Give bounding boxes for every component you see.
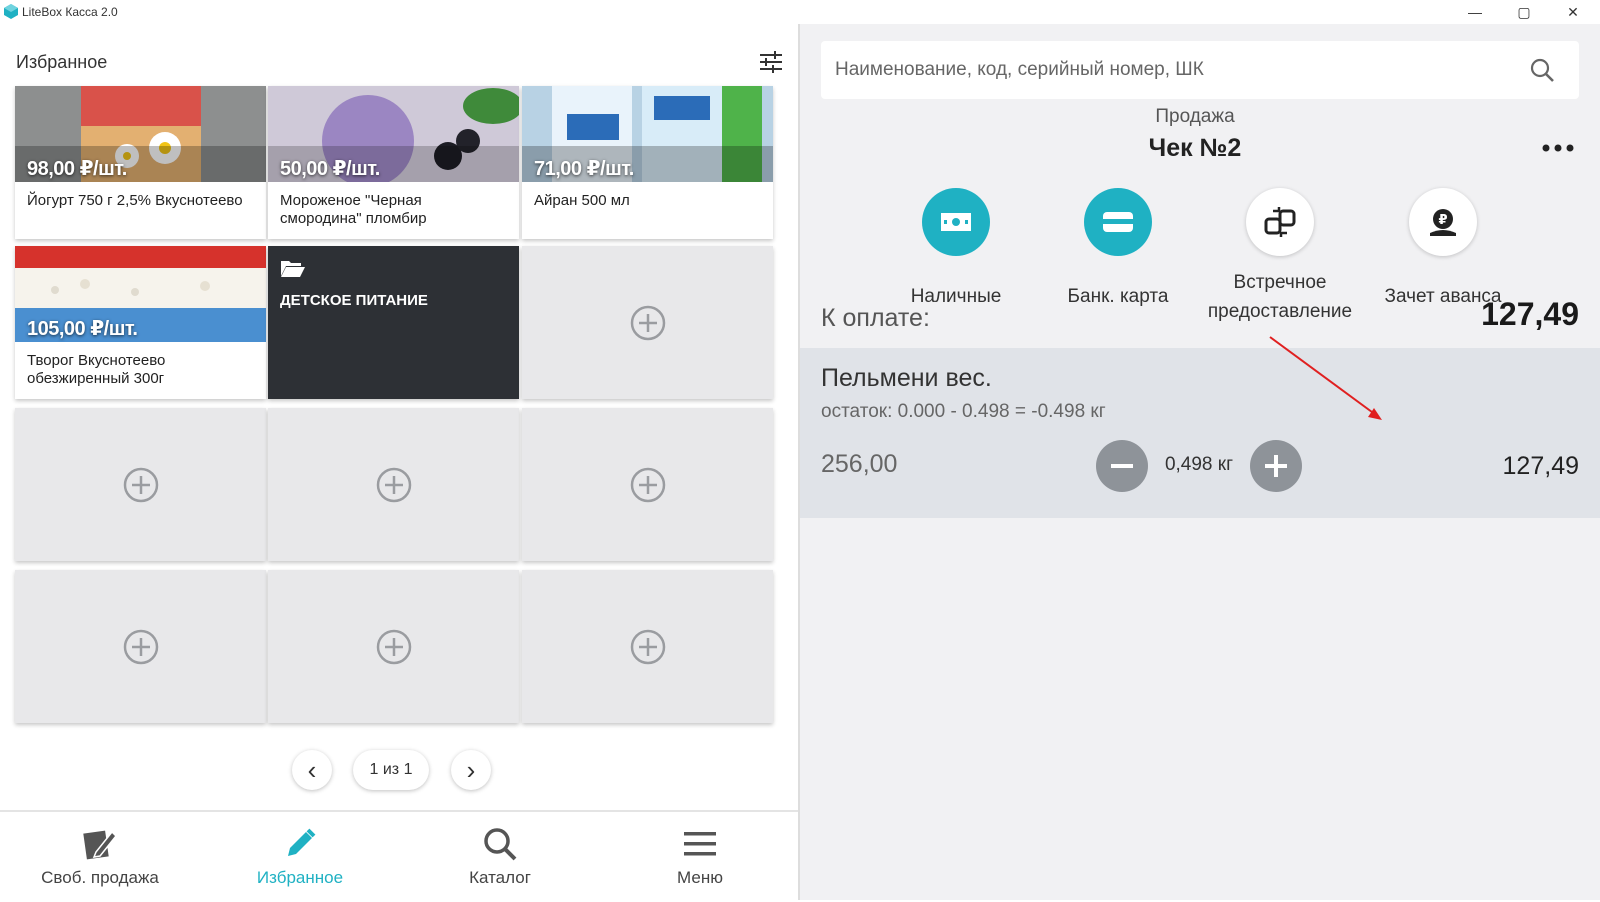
- nav-menu[interactable]: Меню: [600, 812, 800, 902]
- cash-icon: [941, 213, 971, 231]
- search-icon: [484, 828, 517, 861]
- filter-settings-icon[interactable]: [758, 49, 784, 75]
- empty-slot[interactable]: [268, 570, 519, 723]
- pay-circle: [922, 188, 990, 256]
- product-tile[interactable]: 50,00 ₽/шт. Мороженое "Черная смородина"…: [268, 86, 519, 239]
- add-circle-icon: [376, 629, 411, 664]
- receipt-panel: Продажа Чек №2 Наличные Банк. карта: [800, 24, 1600, 900]
- favorites-title: Избранное: [16, 52, 108, 72]
- favorites-panel: Избранное 98,00 ₽/шт. Йогурт 750 г 2,5% …: [0, 24, 800, 900]
- to-pay-label: К оплате:: [821, 304, 930, 332]
- add-circle-icon: [630, 467, 665, 502]
- folder-open-icon: [281, 261, 305, 277]
- pay-cash-button[interactable]: Наличные: [876, 188, 1036, 311]
- exchange-icon: [1264, 207, 1296, 237]
- page-next-button[interactable]: ›: [451, 750, 491, 790]
- nav-label: Избранное: [256, 868, 344, 887]
- add-circle-icon: [376, 467, 411, 502]
- product-name: Мороженое "Черная смородина" пломбир: [268, 182, 519, 239]
- menu-icon: [684, 832, 716, 856]
- receipt-title: Чек №2: [1148, 134, 1242, 162]
- plus-icon: [1265, 455, 1287, 477]
- nav-label: Меню: [677, 868, 723, 887]
- item-name: Пельмени вес.: [821, 364, 992, 392]
- product-price: 71,00 ₽/шт.: [534, 158, 634, 180]
- operation-type: Продажа: [1155, 106, 1235, 127]
- minus-icon: [1111, 464, 1133, 468]
- pay-label: Банк. карта: [1067, 286, 1169, 307]
- add-circle-icon: [630, 629, 665, 664]
- nav-label: Каталог: [469, 868, 531, 887]
- free-sale-icon: [83, 830, 118, 860]
- add-circle-icon: [123, 629, 158, 664]
- product-tile[interactable]: 71,00 ₽/шт. Айран 500 мл: [522, 86, 773, 239]
- product-price: 98,00 ₽/шт.: [27, 158, 127, 180]
- page-prev-button[interactable]: ‹: [292, 750, 332, 790]
- item-quantity[interactable]: 0,498 кг: [1148, 454, 1250, 476]
- pay-label: Встречное предоставление: [1207, 272, 1353, 322]
- window-titlebar: LiteBox Касса 2.0 — ▢ ✕: [0, 0, 1600, 24]
- product-name: Айран 500 мл: [522, 182, 773, 239]
- item-sum: 127,49: [1502, 452, 1579, 480]
- page-indicator: 1 из 1: [353, 750, 429, 790]
- empty-slot[interactable]: [15, 570, 266, 723]
- category-folder-tile[interactable]: ДЕТСКОЕ ПИТАНИЕ: [268, 246, 519, 399]
- to-pay-amount: 127,49: [1481, 296, 1579, 332]
- annotation-arrow-icon: [1269, 336, 1382, 420]
- add-circle-icon: [630, 305, 665, 340]
- product-name: Творог Вкуснотеево обезжиренный 300г: [15, 342, 266, 399]
- pay-card-button[interactable]: Банк. карта: [1038, 188, 1198, 311]
- pay-circle: ₽: [1409, 188, 1477, 256]
- advance-icon: ₽: [1430, 209, 1456, 236]
- search-input[interactable]: [835, 55, 1515, 85]
- nav-free-sale[interactable]: Своб. продажа: [0, 812, 200, 902]
- minimize-button[interactable]: —: [1452, 2, 1498, 22]
- receipt-item-row[interactable]: Пельмени вес. остаток: 0.000 - 0.498 = -…: [800, 348, 1600, 518]
- empty-slot[interactable]: [522, 408, 773, 561]
- product-price: 50,00 ₽/шт.: [280, 158, 380, 180]
- app-logo-icon: [4, 4, 18, 19]
- add-circle-icon: [123, 467, 158, 502]
- quantity-decrease-button[interactable]: [1096, 440, 1148, 492]
- card-icon: [1103, 212, 1133, 232]
- more-options-icon[interactable]: [1540, 140, 1576, 156]
- product-tile[interactable]: 98,00 ₽/шт. Йогурт 750 г 2,5% Вкуснотеев…: [15, 86, 266, 239]
- favorites-grid: 98,00 ₽/шт. Йогурт 750 г 2,5% Вкуснотеев…: [15, 86, 785, 730]
- nav-label: Своб. продажа: [41, 868, 159, 887]
- product-search-box: [821, 41, 1579, 99]
- product-name: Йогурт 750 г 2,5% Вкуснотеево: [15, 182, 266, 239]
- empty-slot[interactable]: [15, 408, 266, 561]
- folder-name: ДЕТСКОЕ ПИТАНИЕ: [280, 292, 428, 309]
- quantity-increase-button[interactable]: [1250, 440, 1302, 492]
- nav-catalog[interactable]: Каталог: [400, 812, 600, 902]
- maximize-button[interactable]: ▢: [1501, 2, 1547, 22]
- product-price: 105,00 ₽/шт.: [27, 318, 138, 340]
- pay-circle: [1084, 188, 1152, 256]
- item-price: 256,00: [821, 450, 898, 478]
- nav-favorites[interactable]: Избранное: [200, 812, 400, 902]
- empty-slot[interactable]: [268, 408, 519, 561]
- pay-circle: [1246, 188, 1314, 256]
- product-tile[interactable]: 105,00 ₽/шт. Творог Вкуснотеево обезжире…: [15, 246, 266, 399]
- window-title: LiteBox Касса 2.0: [22, 5, 118, 19]
- search-icon[interactable]: [1529, 57, 1555, 83]
- pencil-icon: [288, 828, 316, 856]
- item-stock: остаток: 0.000 - 0.498 = -0.498 кг: [821, 401, 1106, 422]
- pay-counter-provision-button[interactable]: Встречное предоставление: [1200, 188, 1360, 326]
- empty-slot[interactable]: [522, 246, 773, 399]
- close-button[interactable]: ✕: [1550, 2, 1596, 22]
- pay-advance-offset-button[interactable]: ₽ Зачет аванса: [1363, 188, 1523, 311]
- bottom-navigation: Своб. продажа Избранное Каталог Меню: [0, 810, 800, 900]
- empty-slot[interactable]: [522, 570, 773, 723]
- svg-text:₽: ₽: [1438, 213, 1447, 228]
